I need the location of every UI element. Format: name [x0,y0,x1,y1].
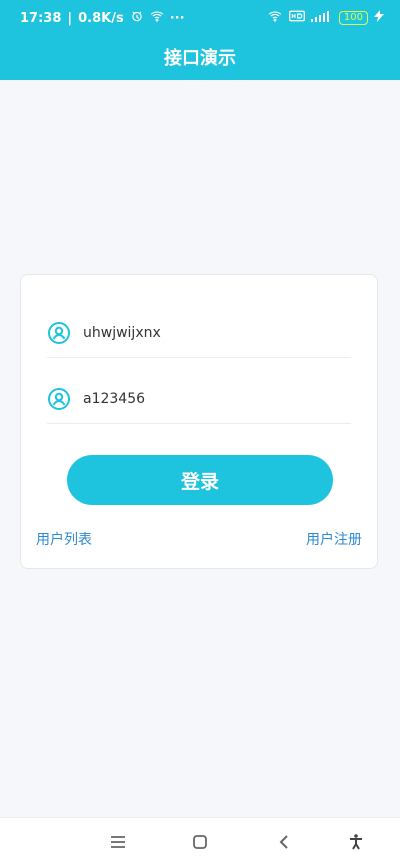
system-nav-bar [0,817,400,866]
signal-icon [310,10,333,25]
wifi-icon [150,9,164,27]
page-title: 接口演示 [164,48,236,69]
home-icon[interactable] [188,830,212,854]
password-field[interactable]: a123456 [47,375,351,424]
login-button[interactable]: 登录 [67,455,333,505]
hd-icon [288,10,305,25]
status-left: 17:38 | 0.8K/s ··· [20,9,185,27]
status-bar: 17:38 | 0.8K/s ··· 100 [0,0,400,34]
password-value: a123456 [83,391,146,407]
wifi-strength-icon [267,9,283,26]
user-icon [47,387,71,411]
battery-indicator: 100 [338,10,368,25]
user-register-link[interactable]: 用户注册 [306,529,362,549]
status-right: 100 [267,9,384,26]
app-header: 接口演示 [0,34,400,80]
status-dots: ··· [169,10,185,26]
status-time: 17:38 [20,10,62,26]
user-icon [47,321,71,345]
charging-icon [374,10,384,25]
back-icon[interactable] [272,830,296,854]
username-field[interactable]: uhwjwijxnx [47,309,351,358]
alarm-icon [130,9,144,27]
username-value: uhwjwijxnx [83,325,161,341]
user-list-link[interactable]: 用户列表 [36,529,92,549]
status-speed: 0.8K/s [78,10,124,26]
menu-icon[interactable] [106,830,130,854]
status-separator: | [67,10,73,26]
login-card: uhwjwijxnx a123456 登录 用户列表 用户注册 [20,274,378,569]
accessibility-icon[interactable] [344,830,368,854]
